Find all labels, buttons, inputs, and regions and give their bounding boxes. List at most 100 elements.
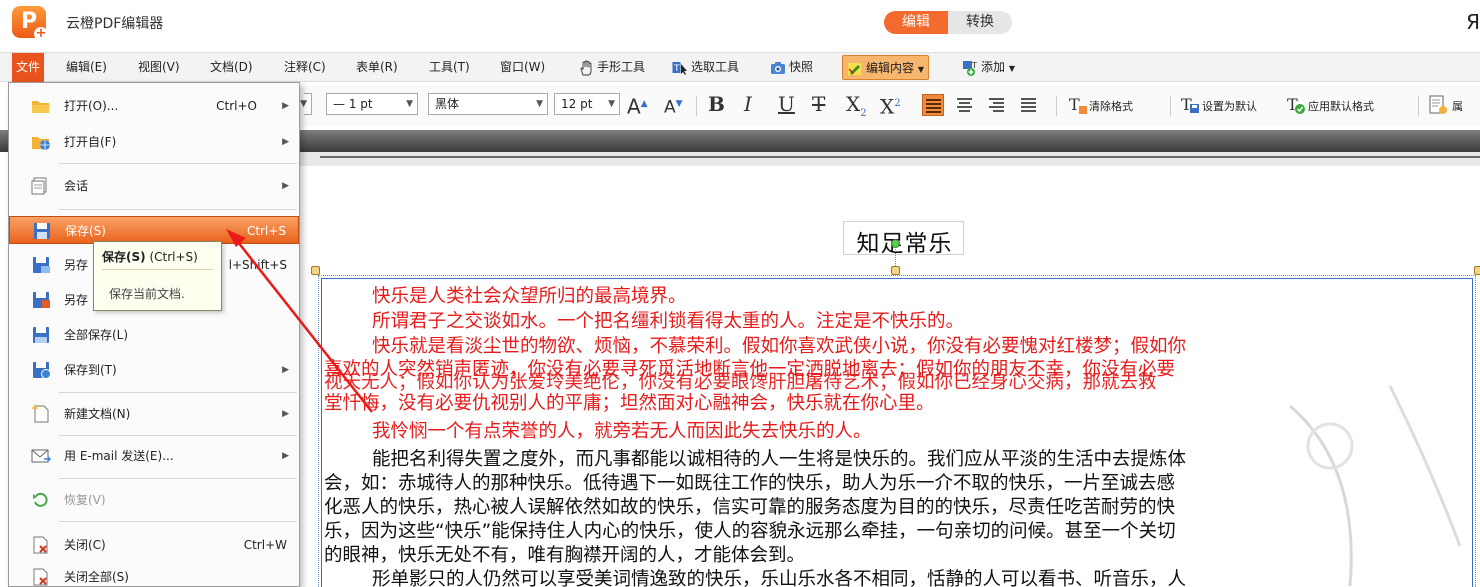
menu-email-label: 用 E-mail 发送(E)... — [64, 449, 174, 463]
menu-save-all-label: 全部保存(L) — [64, 328, 129, 342]
toolbar-divider — [1056, 96, 1057, 116]
paragraph-line: 的眼神，快乐无处不有，唯有胸襟开阔的人，才能体会到。 — [324, 545, 806, 566]
select-tool-label: 选取工具 — [691, 60, 740, 74]
font-size-select[interactable]: 12 pt ▼ — [554, 93, 620, 115]
menu-email[interactable]: 用 E-mail 发送(E)... ▶ — [9, 442, 299, 470]
menu-document[interactable]: 文档(D) — [206, 53, 257, 82]
ruler-strip — [300, 152, 1480, 166]
italic-button[interactable]: I — [744, 90, 752, 118]
menu-restore[interactable]: 恢复(V) — [9, 486, 299, 514]
menu-close[interactable]: 关闭(C) Ctrl+W — [9, 531, 299, 559]
camera-icon — [771, 61, 785, 74]
edit-content-icon — [848, 62, 861, 75]
menu-edit[interactable]: 编辑(E) — [62, 53, 111, 82]
menu-file[interactable]: 文件 — [12, 53, 45, 82]
mode-convert-button[interactable]: 转换 — [948, 11, 1012, 34]
file-menu-dropdown: 打开(O)... Ctrl+O ▶ 打开自(F) ▶ 会话 ▶ 保存(S) Ct… — [8, 82, 300, 587]
line-width-select[interactable]: — 1 pt ▼ — [326, 93, 418, 115]
menu-open[interactable]: 打开(O)... Ctrl+O ▶ — [9, 92, 299, 120]
app-window: P + 云橙PDF编辑器 编辑 转换 Я 文件 编辑(E) 视图(V) 文档(D… — [0, 0, 1480, 587]
chevron-down-icon: ▼ — [1008, 64, 1015, 73]
hand-tool-button[interactable]: 手形工具 — [574, 53, 649, 82]
superscript-button[interactable]: X2 — [880, 90, 901, 121]
set-default-button[interactable]: 设置为默认 — [1202, 98, 1257, 114]
save-tooltip: 保存(S) (Ctrl+S) 保存当前文档. — [93, 241, 222, 311]
chevron-down-icon: ▼ — [300, 99, 307, 109]
rotate-handle[interactable] — [891, 239, 900, 248]
menu-view[interactable]: 视图(V) — [134, 53, 184, 82]
decrease-font-button[interactable]: A▼ — [664, 90, 683, 122]
resize-handle-top-right[interactable] — [1474, 266, 1480, 275]
select-text-icon: T — [672, 61, 687, 75]
mode-edit-button[interactable]: 编辑 — [884, 11, 948, 34]
chevron-right-icon: ▶ — [282, 101, 289, 111]
session-icon — [31, 177, 47, 195]
menu-close-all[interactable]: 关闭全部(S) — [9, 563, 299, 587]
clear-format-button[interactable]: 清除格式 — [1089, 98, 1133, 114]
menu-open-from[interactable]: 打开自(F) ▶ — [9, 128, 299, 156]
increase-font-button[interactable]: A▲ — [627, 90, 648, 121]
clear-format-icon: T — [1069, 95, 1087, 114]
app-title: 云橙PDF编辑器 — [66, 16, 164, 32]
toolbar-divider — [1170, 96, 1171, 116]
chevron-right-icon: ▶ — [282, 137, 289, 147]
resize-handle-top-left[interactable] — [311, 266, 320, 275]
tooltip-title: 保存(S) (Ctrl+S) — [102, 248, 198, 265]
add-label: 添加 — [981, 60, 1006, 74]
paragraph-line: 所谓君子之交谈如水。一个把名缰利锁看得太重的人。注定是不快乐的。 — [372, 311, 965, 332]
hand-icon — [580, 60, 592, 75]
strikethrough-button[interactable]: T — [812, 90, 825, 118]
menu-separator — [59, 392, 297, 393]
paragraph-line: 我怜悯一个有点荣誉的人，就旁若无人而因此失去快乐的人。 — [372, 421, 872, 442]
menu-save-to[interactable]: 保存到(T) ▶ — [9, 356, 299, 384]
paragraph-line: 视天无人；假如你认为张爱玲美绝伦，你没有必要眼馋肝胆屠待艺术；假如你已经身心交病… — [324, 372, 1157, 393]
tooltip-title-bold: 保存(S) — [102, 250, 146, 264]
paragraph-line: 会，如：赤城待人的那种快乐。低待遇下一如既往工作的快乐，助人为乐一介不取的快乐，… — [324, 473, 1176, 494]
paragraph-line: 快乐是人类社会众望所归的最高境界。 — [372, 286, 687, 307]
add-text-icon: T — [963, 60, 977, 76]
chevron-down-icon: ▼ — [608, 99, 615, 109]
menu-separator — [59, 435, 297, 436]
bold-button[interactable]: B — [708, 90, 725, 118]
document-title: 知足常乐 — [856, 231, 953, 257]
chevron-right-icon: ▶ — [282, 409, 289, 419]
folder-icon — [32, 101, 50, 113]
menu-save-all[interactable]: 全部保存(L) — [9, 321, 299, 349]
partial-dropdown[interactable]: ▼ — [300, 93, 312, 115]
menu-close-shortcut: Ctrl+W — [243, 538, 287, 552]
subscript-button[interactable]: X2 — [846, 90, 867, 128]
snapshot-button[interactable]: 快照 — [766, 53, 817, 82]
apply-default-button[interactable]: 应用默认格式 — [1308, 98, 1374, 114]
svg-text:T: T — [1069, 95, 1080, 114]
menu-save[interactable]: 保存(S) Ctrl+S — [9, 216, 299, 244]
align-justify-button[interactable] — [1018, 94, 1040, 116]
align-center-button[interactable] — [954, 94, 976, 116]
paragraph-line: 形单影只的人仍然可以享受美词情逸致的快乐，乐山乐水各不相同，恬静的人可以看书、听… — [372, 569, 1187, 587]
select-tool-button[interactable]: T 选取工具 — [668, 53, 743, 82]
chevron-right-icon: ▶ — [282, 365, 289, 375]
menu-window[interactable]: 窗口(W) — [496, 53, 549, 82]
title-right-glyph: Я — [1466, 10, 1480, 34]
align-right-button[interactable] — [986, 94, 1008, 116]
menu-bar: 文件 编辑(E) 视图(V) 文档(D) 注释(C) 表单(R) 工具(T) 窗… — [0, 52, 1480, 82]
add-button[interactable]: T 添加 ▼ — [958, 53, 1019, 82]
properties-button[interactable]: 属 — [1452, 98, 1463, 114]
edit-content-button[interactable]: 编辑内容 ▼ — [842, 55, 929, 80]
save-as-other-icon — [33, 292, 50, 308]
resize-handle-top[interactable] — [891, 266, 900, 275]
title-text-box[interactable]: 知足常乐 — [843, 221, 964, 257]
paragraph-line: 能把名利得失置之度外，而凡事都能以诚相待的人一生将是快乐的。我们应从平淡的生活中… — [372, 449, 1187, 470]
menu-tools[interactable]: 工具(T) — [425, 53, 474, 82]
menu-new-document-label: 新建文档(N) — [64, 407, 131, 421]
menu-comment[interactable]: 注释(C) — [280, 53, 330, 82]
menu-form[interactable]: 表单(R) — [352, 53, 402, 82]
properties-icon — [1429, 95, 1447, 114]
edit-content-label: 编辑内容 — [866, 61, 915, 75]
font-family-select[interactable]: 黑体 ▼ — [428, 93, 548, 115]
menu-session[interactable]: 会话 ▶ — [9, 172, 299, 200]
menu-open-from-label: 打开自(F) — [64, 135, 117, 149]
menu-new-document[interactable]: 新建文档(N) ▶ — [9, 400, 299, 428]
save-as-icon — [33, 257, 50, 273]
align-left-button[interactable] — [922, 94, 944, 116]
underline-button[interactable]: U — [778, 90, 795, 118]
